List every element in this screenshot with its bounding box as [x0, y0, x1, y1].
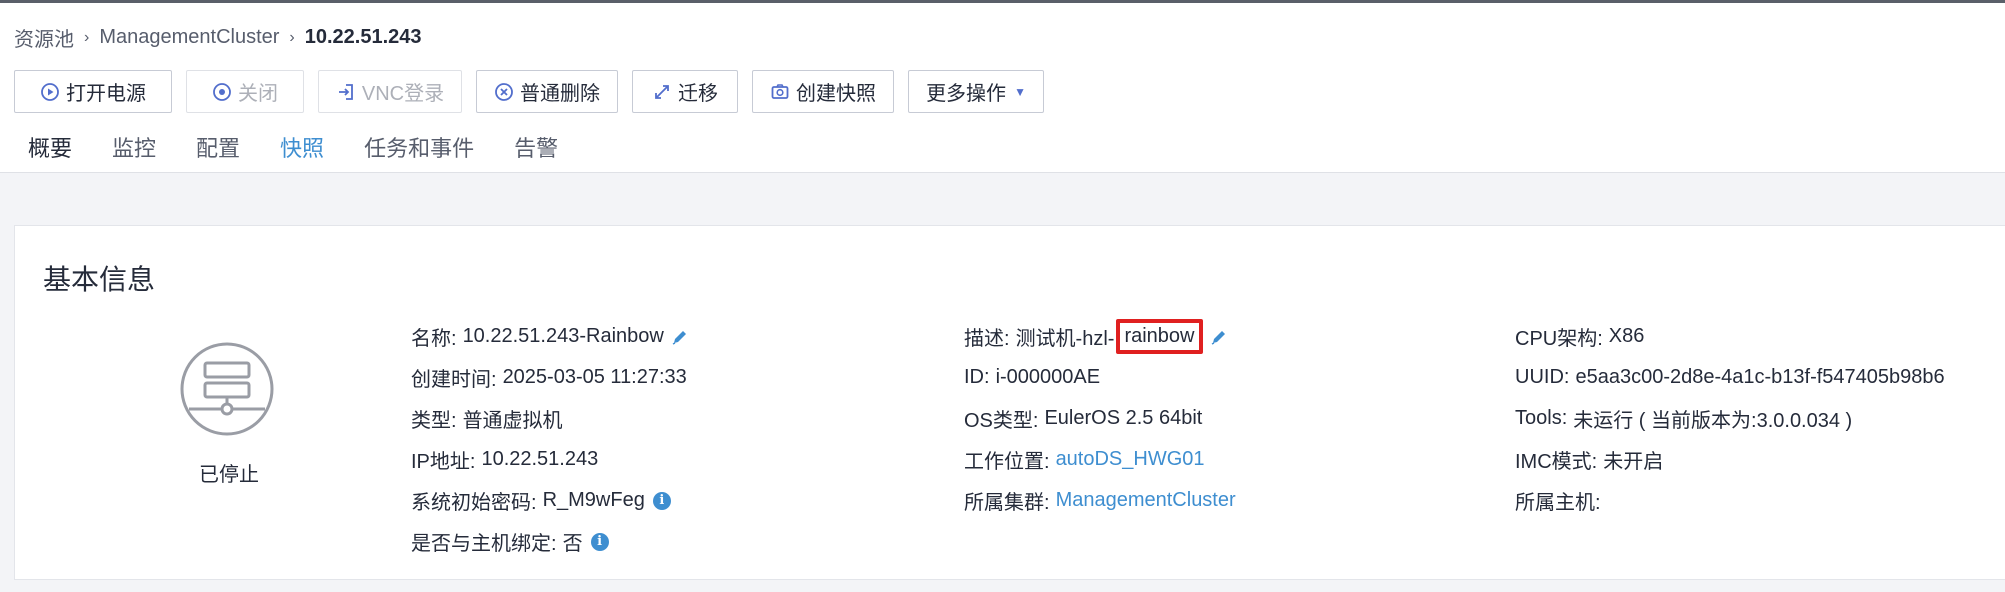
breadcrumb-separator: ›	[84, 28, 90, 46]
tab-alarms[interactable]: 告警	[500, 131, 572, 175]
description-row: 描述: 测试机-hzl- rainbow	[964, 316, 1236, 357]
imc-mode-label: IMC模式:	[1515, 451, 1598, 473]
cpu-arch-label: CPU架构:	[1515, 328, 1603, 350]
imc-mode-row: IMC模式: 未开启	[1515, 439, 1945, 480]
tools-value: 未运行 ( 当前版本为:3.0.0.034 )	[1573, 410, 1853, 432]
vm-status-text: 已停止	[199, 464, 259, 486]
cluster-label: 所属集群:	[964, 492, 1050, 514]
cpu-arch-row: CPU架构: X86	[1515, 316, 1945, 357]
edit-pencil-icon[interactable]	[1209, 327, 1229, 347]
password-label: 系统初始密码:	[411, 492, 537, 514]
more-actions-label: 更多操作	[926, 83, 1007, 105]
password-value: R_M9wFeg	[542, 489, 645, 511]
delete-label: 普通删除	[520, 83, 600, 105]
host-bind-label: 是否与主机绑定:	[411, 533, 557, 555]
ip-value: 10.22.51.243	[481, 448, 599, 470]
basic-info-card: 基本信息 已停止 名称: 10.22.51.243-Rainbow 创建时间: …	[14, 225, 2005, 580]
uuid-row: UUID: e5aa3c00-2d8e-4a1c-b13f-f547405b98…	[1515, 357, 1945, 398]
tools-label: Tools:	[1515, 407, 1568, 429]
uuid-label: UUID:	[1515, 366, 1570, 388]
name-label: 名称:	[411, 328, 457, 350]
created-time-row: 创建时间: 2025-03-05 11:27:33	[411, 357, 690, 398]
os-type-row: OS类型: EulerOS 2.5 64bit	[964, 398, 1236, 439]
more-actions-dropdown[interactable]: 更多操作 ▼	[908, 70, 1044, 113]
vnc-login-label: VNC登录	[361, 83, 445, 105]
power-on-button[interactable]: 打开电源	[14, 70, 172, 113]
migrate-label: 迁移	[678, 83, 718, 105]
type-row: 类型: 普通虚拟机	[411, 398, 690, 439]
breadcrumb-current: 10.22.51.243	[304, 26, 422, 48]
breadcrumb-separator: ›	[289, 28, 295, 46]
snapshot-label: 创建快照	[796, 83, 876, 105]
breadcrumb-resource-pool[interactable]: 资源池	[14, 23, 74, 52]
location-row: 工作位置: autoDS_HWG01	[964, 439, 1236, 480]
name-value: 10.22.51.243-Rainbow	[462, 325, 664, 347]
play-circle-icon	[40, 82, 60, 102]
action-toolbar: 打开电源 关闭 VNC登录 普通删除 迁移 创建快照 更多操作 ▼	[14, 70, 1044, 113]
id-value: i-000000AE	[995, 366, 1101, 388]
tab-monitor[interactable]: 监控	[98, 131, 170, 175]
description-label: 描述:	[964, 328, 1010, 350]
info-column-2: 描述: 测试机-hzl- rainbow ID: i-000000AE OS类型…	[964, 316, 1236, 521]
id-row: ID: i-000000AE	[964, 357, 1236, 398]
type-label: 类型:	[411, 410, 457, 432]
power-on-label: 打开电源	[66, 83, 146, 105]
host-row: 所属主机:	[1515, 480, 1945, 521]
host-bind-row: 是否与主机绑定: 否 i	[411, 521, 690, 562]
uuid-value: e5aa3c00-2d8e-4a1c-b13f-f547405b98b6	[1575, 366, 1945, 388]
imc-mode-value: 未开启	[1603, 451, 1664, 473]
description-value: 测试机-hzl-	[1015, 328, 1115, 350]
ip-row: IP地址: 10.22.51.243	[411, 439, 690, 480]
card-title: 基本信息	[43, 264, 156, 295]
password-row: 系统初始密码: R_M9wFeg i	[411, 480, 690, 521]
os-type-label: OS类型:	[964, 410, 1039, 432]
shutdown-label: 关闭	[238, 83, 278, 105]
location-label: 工作位置:	[964, 451, 1050, 473]
create-snapshot-button[interactable]: 创建快照	[752, 70, 894, 113]
vnc-login-button[interactable]: VNC登录	[318, 70, 462, 113]
os-type-value: EulerOS 2.5 64bit	[1044, 407, 1203, 429]
breadcrumb-management-cluster[interactable]: ManagementCluster	[99, 26, 279, 49]
shutdown-button[interactable]: 关闭	[186, 70, 304, 113]
type-value: 普通虚拟机	[462, 410, 563, 432]
host-label: 所属主机:	[1515, 492, 1601, 514]
vm-status-icon	[179, 341, 275, 437]
tab-config[interactable]: 配置	[182, 131, 254, 175]
info-column-1: 名称: 10.22.51.243-Rainbow 创建时间: 2025-03-0…	[411, 316, 690, 562]
host-bind-value: 否	[562, 533, 583, 555]
stop-circle-icon	[212, 82, 232, 102]
created-time-value: 2025-03-05 11:27:33	[502, 366, 687, 388]
tab-snapshot[interactable]: 快照	[266, 131, 338, 175]
id-label: ID:	[964, 366, 990, 388]
breadcrumb: 资源池 › ManagementCluster › 10.22.51.243	[14, 23, 422, 52]
edit-pencil-icon[interactable]	[670, 327, 690, 347]
caret-down-icon: ▼	[1014, 84, 1026, 99]
info-icon[interactable]: i	[590, 532, 609, 551]
cpu-arch-value: X86	[1608, 325, 1645, 347]
description-highlight: rainbow	[1116, 319, 1203, 354]
name-row: 名称: 10.22.51.243-Rainbow	[411, 316, 690, 357]
tab-tasks-events[interactable]: 任务和事件	[350, 131, 488, 175]
login-icon	[336, 82, 356, 102]
cluster-link[interactable]: ManagementCluster	[1056, 489, 1236, 512]
tab-overview[interactable]: 概要	[14, 131, 87, 177]
delete-circle-icon	[494, 82, 514, 102]
info-column-3: CPU架构: X86 UUID: e5aa3c00-2d8e-4a1c-b13f…	[1515, 316, 1945, 521]
migrate-button[interactable]: 迁移	[632, 70, 738, 113]
delete-button[interactable]: 普通删除	[476, 70, 618, 113]
snapshot-icon	[770, 82, 790, 102]
cluster-row: 所属集群: ManagementCluster	[964, 480, 1236, 521]
expand-arrows-icon	[652, 82, 672, 102]
info-icon[interactable]: i	[652, 491, 671, 510]
ip-label: IP地址:	[411, 451, 476, 473]
location-link[interactable]: autoDS_HWG01	[1056, 448, 1205, 471]
tools-row: Tools: 未运行 ( 当前版本为:3.0.0.034 )	[1515, 398, 1945, 439]
created-time-label: 创建时间:	[411, 369, 497, 391]
tab-bar: 概要 监控 配置 快照 任务和事件 告警	[14, 131, 2005, 177]
